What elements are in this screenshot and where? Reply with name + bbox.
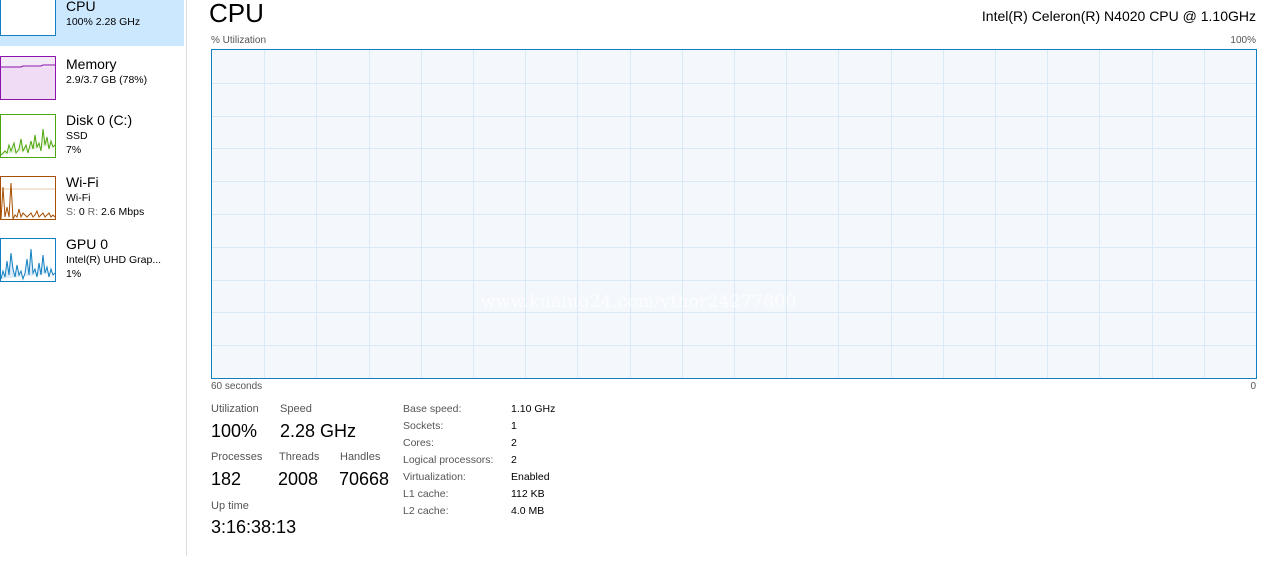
handles-value: 70668 (339, 469, 390, 489)
sidebar-item-wifi[interactable]: Wi-Fi Wi-Fi S: 0 R: 2.6 Mbps (0, 170, 184, 228)
uptime-value: 3:16:38:13 (211, 517, 297, 537)
x-axis-left-label: 60 seconds (211, 381, 263, 392)
detail-label: L2 cache: (403, 505, 449, 517)
receive-label: R: (87, 206, 99, 218)
detail-label: Base speed: (403, 403, 462, 415)
uptime-label: Up time (211, 500, 249, 512)
y-axis-label: % Utilization (211, 35, 267, 46)
sidebar-item-value: 1% (66, 268, 82, 280)
threads-value: 2008 (278, 469, 319, 489)
wifi-thumbnail (0, 176, 56, 220)
send-label: S: (66, 206, 76, 218)
detail-label: Virtualization: (403, 471, 466, 483)
detail-value: Enabled (511, 471, 550, 483)
gpu-thumbnail (0, 238, 56, 282)
sidebar-item-label: GPU 0 (66, 236, 109, 252)
watermark-text: www.kuaiug24.com/vthor24277800 (481, 292, 797, 312)
disk-thumbnail (0, 114, 56, 158)
send-value: 0 (78, 206, 85, 218)
x-axis-right-label: 0 (1250, 381, 1256, 392)
receive-value: 2.6 Mbps (101, 206, 145, 218)
detail-value: 4.0 MB (511, 505, 545, 517)
cpu-model-name: Intel(R) Celeron(R) N4020 CPU @ 1.10GHz (981, 8, 1256, 24)
detail-label: L1 cache: (403, 488, 449, 500)
sidebar-item-disk[interactable]: Disk 0 (C:) SSD 7% (0, 108, 184, 166)
y-axis-max-label: 100% (1230, 35, 1256, 46)
processes-label: Processes (211, 451, 263, 463)
detail-value: 2 (511, 437, 517, 449)
threads-label: Threads (279, 451, 320, 463)
detail-value: 1.10 GHz (511, 403, 556, 415)
sidebar: CPU 100% 2.28 GHz Memory 2.9/3.7 GB (78%… (0, 0, 187, 556)
sidebar-item-gpu[interactable]: GPU 0 Intel(R) UHD Grap... 1% (0, 232, 184, 290)
sidebar-item-label: CPU (66, 0, 96, 14)
sidebar-item-detail: Intel(R) UHD Grap... (66, 254, 162, 266)
page-title: CPU (209, 0, 264, 28)
memory-thumbnail (0, 56, 56, 100)
sidebar-item-memory[interactable]: Memory 2.9/3.7 GB (78%) (0, 50, 184, 108)
cpu-thumbnail (0, 0, 56, 36)
detail-label: Sockets: (403, 420, 444, 432)
speed-value: 2.28 GHz (280, 421, 357, 441)
sidebar-item-label: Disk 0 (C:) (66, 112, 133, 128)
wifi-throughput: S: 0 R: 2.6 Mbps (66, 206, 144, 218)
handles-label: Handles (340, 451, 381, 463)
sidebar-item-detail: 2.9/3.7 GB (78%) (66, 74, 148, 86)
detail-value: 1 (511, 420, 517, 432)
cpu-utilization-graph (211, 49, 1257, 379)
sidebar-item-detail: SSD (66, 130, 88, 142)
speed-label: Speed (280, 403, 312, 415)
utilization-label: Utilization (211, 403, 259, 415)
detail-label: Cores: (403, 437, 434, 449)
sidebar-item-value: 7% (66, 144, 82, 156)
detail-label: Logical processors: (403, 454, 494, 466)
detail-value: 2 (511, 454, 517, 466)
utilization-value: 100% (211, 421, 258, 441)
detail-value: 112 KB (511, 488, 545, 500)
sidebar-item-label: Memory (66, 56, 117, 72)
sidebar-item-detail: Wi-Fi (66, 192, 91, 204)
sidebar-item-label: Wi-Fi (66, 174, 99, 190)
processes-value: 182 (211, 469, 242, 489)
sidebar-item-cpu[interactable]: CPU 100% 2.28 GHz (0, 0, 184, 46)
graph-grid (212, 50, 1256, 378)
sidebar-item-detail: 100% 2.28 GHz (66, 16, 141, 28)
